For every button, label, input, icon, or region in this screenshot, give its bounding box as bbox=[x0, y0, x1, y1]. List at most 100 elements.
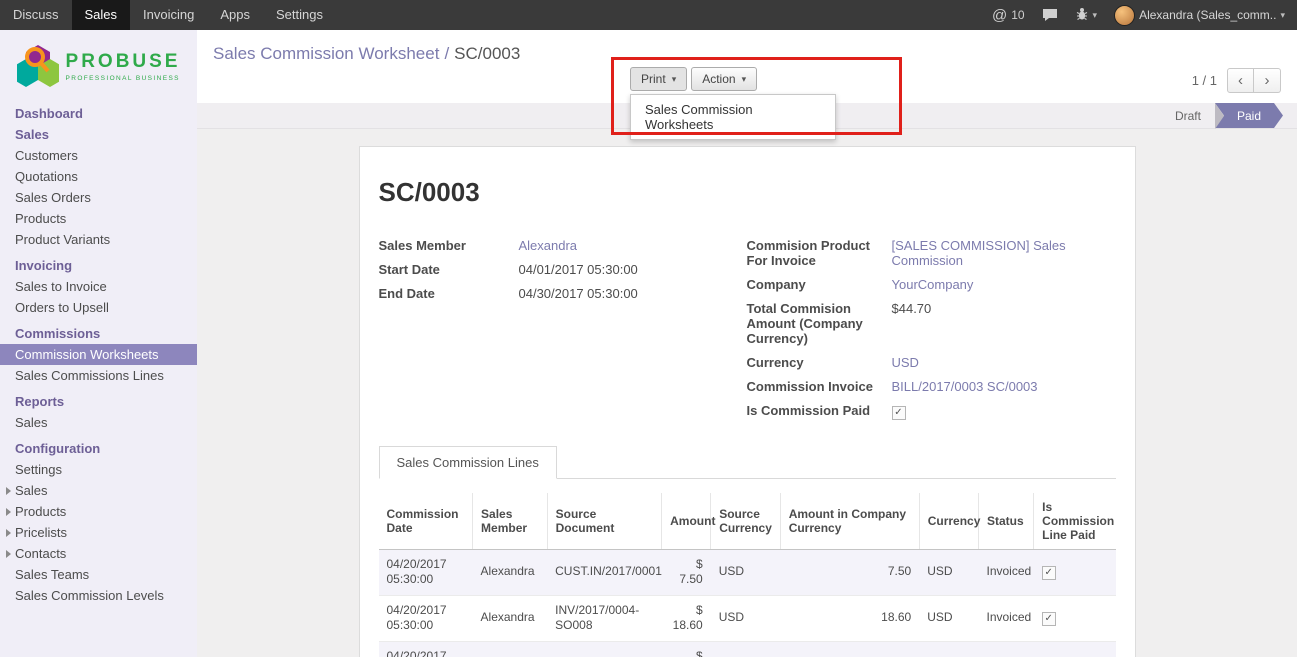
action-button[interactable]: Action ▾ bbox=[691, 67, 757, 91]
tab-sales-commission-lines[interactable]: Sales Commission Lines bbox=[379, 446, 557, 479]
main-area: SC/0003 Sales Member Alexandra Start Dat… bbox=[197, 129, 1297, 657]
table-header-row: Commission Date Sales Member Source Docu… bbox=[379, 493, 1116, 550]
sidebar-item-sales-to-invoice[interactable]: Sales to Invoice bbox=[0, 276, 197, 297]
cell-commission-date: 04/20/2017 05:30:00 bbox=[379, 549, 473, 595]
print-dropdown: Sales Commission Worksheets bbox=[630, 94, 836, 140]
field-label-total-commission-amount: Total Commision Amount (Company Currency… bbox=[747, 301, 892, 346]
column-header-sales-member[interactable]: Sales Member bbox=[473, 493, 548, 550]
field-label-commission-product: Commision Product For Invoice bbox=[747, 238, 892, 268]
field-value-commission-product[interactable]: [SALES COMMISSION] Sales Commission bbox=[892, 238, 1116, 268]
sidebar-item-sales-teams[interactable]: Sales Teams bbox=[0, 564, 197, 585]
column-header-source-currency[interactable]: Source Currency bbox=[711, 493, 781, 550]
field-value-sales-member[interactable]: Alexandra bbox=[519, 238, 747, 253]
column-header-is-commission-line-paid[interactable]: Is Commission Line Paid bbox=[1034, 493, 1116, 550]
field-label-commission-invoice: Commission Invoice bbox=[747, 379, 892, 394]
field-value-commission-invoice[interactable]: BILL/2017/0003 SC/0003 bbox=[892, 379, 1116, 394]
sidebar-heading-sales[interactable]: Sales bbox=[0, 124, 197, 145]
sidebar-item-config-sales[interactable]: Sales bbox=[0, 480, 197, 501]
user-menu[interactable]: Alexandra (Sales_comm.. ▾ bbox=[1114, 5, 1285, 26]
sidebar-item-sales-report[interactable]: Sales bbox=[0, 412, 197, 433]
sidebar-item-pricelists[interactable]: Pricelists bbox=[0, 522, 197, 543]
menu-discuss[interactable]: Discuss bbox=[0, 0, 72, 30]
sidebar-heading-configuration[interactable]: Configuration bbox=[0, 438, 197, 459]
user-name: Alexandra (Sales_comm.. bbox=[1139, 8, 1276, 22]
pager: 1 / 1 ‹ › bbox=[1192, 68, 1281, 93]
probuse-logo-text: PROBUSE PROFESSIONAL BUSINESS bbox=[66, 52, 181, 82]
cell-commission-date: 04/20/2017 05:30:00 bbox=[379, 595, 473, 641]
sidebar-item-label: Contacts bbox=[15, 546, 66, 561]
breadcrumb-parent[interactable]: Sales Commission Worksheet bbox=[213, 44, 439, 63]
notebook: Sales Commission Lines Commission Date S… bbox=[379, 446, 1116, 657]
mention-counter[interactable]: @ 10 bbox=[992, 7, 1025, 24]
checkbox-checked-icon: ✓ bbox=[892, 406, 906, 420]
field-label-end-date: End Date bbox=[379, 286, 519, 301]
checkbox-checked-icon: ✓ bbox=[1042, 612, 1056, 626]
column-header-amount-company-currency[interactable]: Amount in Company Currency bbox=[780, 493, 919, 550]
pager-previous-button[interactable]: ‹ bbox=[1227, 68, 1254, 93]
left-field-group: Sales Member Alexandra Start Date 04/01/… bbox=[379, 238, 747, 420]
cell-company-amount: 18.60 bbox=[780, 641, 919, 657]
menu-invoicing[interactable]: Invoicing bbox=[130, 0, 207, 30]
field-groups: Sales Member Alexandra Start Date 04/01/… bbox=[379, 238, 1116, 420]
table-row[interactable]: 04/20/2017 10:35:53 Alexandra SO008 $ 18… bbox=[379, 641, 1116, 657]
sidebar-heading-invoicing[interactable]: Invoicing bbox=[0, 255, 197, 276]
column-header-currency[interactable]: Currency bbox=[919, 493, 978, 550]
cell-currency: USD bbox=[919, 549, 978, 595]
sidebar-heading-reports[interactable]: Reports bbox=[0, 391, 197, 412]
sidebar-item-product-variants[interactable]: Product Variants bbox=[0, 229, 197, 250]
probuse-logo[interactable]: PROBUSE PROFESSIONAL BUSINESS bbox=[0, 30, 197, 103]
column-header-amount[interactable]: Amount bbox=[662, 493, 711, 550]
table-row[interactable]: 04/20/2017 05:30:00 Alexandra CUST.IN/20… bbox=[379, 549, 1116, 595]
mention-count: 10 bbox=[1011, 8, 1024, 22]
column-header-source-document[interactable]: Source Document bbox=[547, 493, 661, 550]
breadcrumb-current: SC/0003 bbox=[454, 44, 520, 63]
probuse-logo-icon bbox=[17, 43, 59, 91]
sidebar-heading-dashboard[interactable]: Dashboard bbox=[0, 103, 197, 124]
cell-currency: USD bbox=[919, 641, 978, 657]
sidebar-item-settings[interactable]: Settings bbox=[0, 459, 197, 480]
column-header-commission-date[interactable]: Commission Date bbox=[379, 493, 473, 550]
sidebar-item-sales-commissions-lines[interactable]: Sales Commissions Lines bbox=[0, 365, 197, 386]
messages-icon[interactable] bbox=[1042, 8, 1058, 22]
caret-right-icon bbox=[6, 529, 11, 537]
field-label-is-commission-paid: Is Commission Paid bbox=[747, 403, 892, 420]
sidebar-item-customers[interactable]: Customers bbox=[0, 145, 197, 166]
field-value-currency[interactable]: USD bbox=[892, 355, 1116, 370]
sidebar-item-config-products[interactable]: Products bbox=[0, 501, 197, 522]
menu-sales[interactable]: Sales bbox=[72, 0, 131, 30]
sidebar-item-products[interactable]: Products bbox=[0, 208, 197, 229]
record-title: SC/0003 bbox=[379, 177, 1116, 208]
cell-currency: USD bbox=[919, 595, 978, 641]
debug-menu[interactable]: ▾ bbox=[1075, 7, 1098, 24]
field-value-company[interactable]: YourCompany bbox=[892, 277, 1116, 292]
table-row[interactable]: 04/20/2017 05:30:00 Alexandra INV/2017/0… bbox=[379, 595, 1116, 641]
sidebar-item-orders-to-upsell[interactable]: Orders to Upsell bbox=[0, 297, 197, 318]
chevron-left-icon: ‹ bbox=[1238, 72, 1243, 89]
cell-status: Invoiced bbox=[978, 595, 1033, 641]
action-buttons: Print ▾ Action ▾ bbox=[630, 67, 757, 91]
cell-source-currency: USD bbox=[711, 641, 781, 657]
cell-line-paid: ✓ bbox=[1034, 549, 1116, 595]
cell-company-amount: 18.60 bbox=[780, 595, 919, 641]
sidebar-item-sales-commission-levels[interactable]: Sales Commission Levels bbox=[0, 585, 197, 606]
sidebar-item-sales-orders[interactable]: Sales Orders bbox=[0, 187, 197, 208]
caret-down-icon: ▾ bbox=[672, 74, 677, 85]
status-step-paid[interactable]: Paid bbox=[1215, 103, 1283, 128]
menu-apps[interactable]: Apps bbox=[207, 0, 263, 30]
field-value-total-commission-amount: $44.70 bbox=[892, 301, 1116, 346]
print-button-label: Print bbox=[641, 72, 666, 86]
column-header-status[interactable]: Status bbox=[978, 493, 1033, 550]
status-step-draft[interactable]: Draft bbox=[1161, 103, 1215, 128]
menu-settings[interactable]: Settings bbox=[263, 0, 336, 30]
sidebar-item-contacts[interactable]: Contacts bbox=[0, 543, 197, 564]
sidebar-item-commission-worksheets[interactable]: Commission Worksheets bbox=[0, 344, 197, 365]
topbar: Discuss Sales Invoicing Apps Settings @ … bbox=[0, 0, 1297, 30]
cell-commission-date: 04/20/2017 10:35:53 bbox=[379, 641, 473, 657]
dropdown-item-sales-commission-worksheets[interactable]: Sales Commission Worksheets bbox=[631, 95, 835, 139]
pager-next-button[interactable]: › bbox=[1254, 68, 1281, 93]
sidebar-item-label: Sales bbox=[15, 483, 48, 498]
sidebar-item-quotations[interactable]: Quotations bbox=[0, 166, 197, 187]
sidebar-heading-commissions[interactable]: Commissions bbox=[0, 323, 197, 344]
status-arrow-icon bbox=[1215, 103, 1224, 129]
print-button[interactable]: Print ▾ bbox=[630, 67, 687, 91]
